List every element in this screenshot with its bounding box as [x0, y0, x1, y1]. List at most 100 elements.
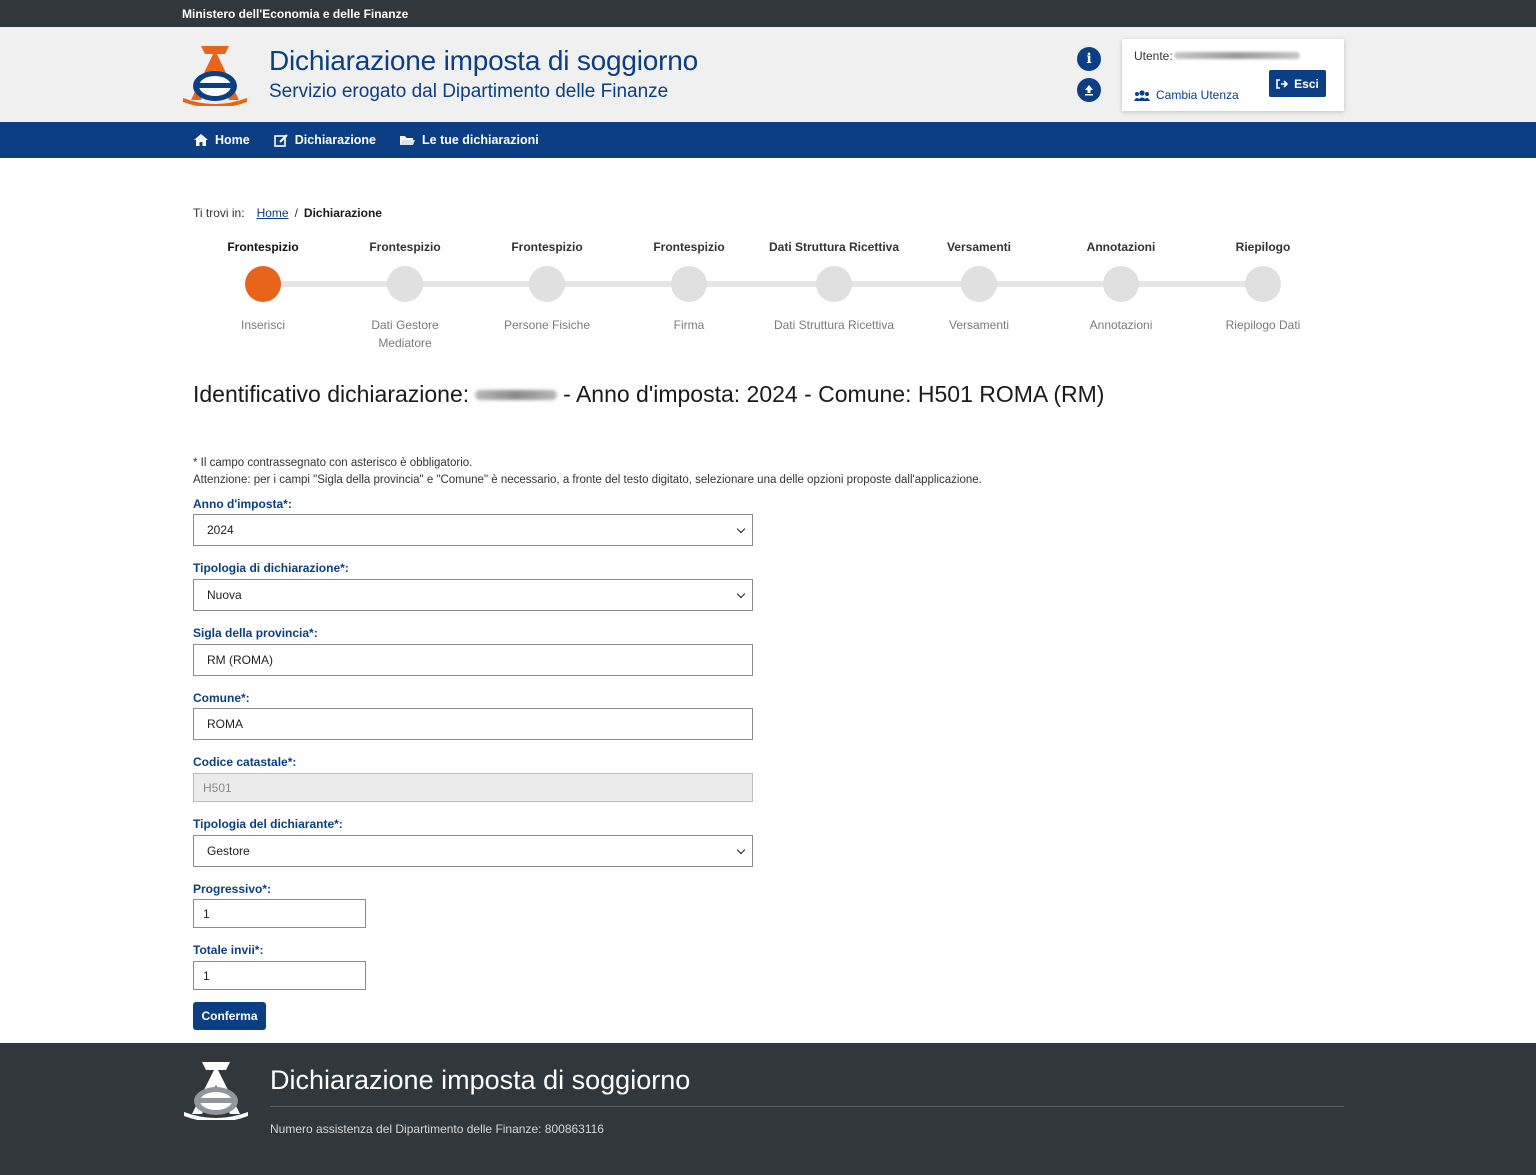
- header-titles: Dichiarazione imposta di soggiorno Servi…: [269, 45, 698, 103]
- step-8[interactable]: Riepilogo Riepilogo Dati: [1188, 240, 1338, 334]
- provincia-value: RM (ROMA): [207, 653, 273, 667]
- nav-item-home[interactable]: Home: [194, 133, 250, 147]
- step-6[interactable]: Versamenti Versamenti: [904, 240, 1054, 334]
- step-indicator: [671, 266, 707, 302]
- change-user-link[interactable]: Cambia Utenza: [1134, 88, 1239, 102]
- tipologia-select[interactable]: Nuova: [193, 579, 753, 611]
- upload-arrow-icon: [1085, 85, 1093, 96]
- totale-invii-input[interactable]: 1: [193, 961, 366, 990]
- codice-label: Codice catastale*:: [193, 755, 297, 769]
- user-panel: Utente: Cambia Utenza Esci: [1122, 39, 1344, 111]
- anno-label: Anno d'imposta*:: [193, 497, 292, 511]
- confirm-button[interactable]: Conferma: [193, 1002, 266, 1030]
- codice-catastale-field: H501: [193, 773, 753, 802]
- required-note: * Il campo contrassegnato con asterisco …: [193, 457, 473, 469]
- logout-label: Esci: [1294, 76, 1319, 91]
- progressivo-value: 1: [203, 906, 210, 921]
- nav-tue-dichiarazioni-label: Le tue dichiarazioni: [422, 133, 539, 147]
- step-indicator: [245, 266, 281, 302]
- breadcrumb: Ti trovi in: Home / Dichiarazione: [193, 206, 382, 220]
- main-nav: Home Dichiarazione Le tue dichiarazioni: [0, 122, 1536, 158]
- info-icon[interactable]: i: [1077, 47, 1101, 71]
- step-subtitle: Inserisci: [240, 318, 285, 332]
- agency-logo-icon: [184, 1062, 248, 1120]
- progress-stepper: Frontespizio Inserisci Frontespizio Dati…: [193, 240, 1333, 350]
- warning-note: Attenzione: per i campi "Sigla della pro…: [193, 474, 982, 486]
- dichiarante-value: Gestore: [207, 844, 250, 858]
- app-subtitle: Servizio erogato dal Dipartimento delle …: [269, 81, 669, 102]
- step-5[interactable]: Dati Struttura Ricettiva Dati Struttura …: [759, 240, 909, 334]
- upload-icon[interactable]: [1077, 78, 1101, 102]
- breadcrumb-separator: /: [294, 206, 298, 220]
- agency-logo-icon: [183, 46, 247, 106]
- footer-title: Dichiarazione imposta di soggiorno: [270, 1065, 691, 1095]
- comune-value: ROMA: [207, 717, 243, 731]
- totale-value: 1: [203, 968, 210, 983]
- identifier-details: - Anno d'imposta: 2024 - Comune: H501 RO…: [563, 381, 1105, 407]
- step-subtitle: Firma: [673, 318, 705, 332]
- ministry-name: Ministero dell'Economia e delle Finanze: [182, 6, 409, 21]
- nav-item-dichiarazione[interactable]: Dichiarazione: [273, 133, 377, 147]
- anno-select[interactable]: 2024: [193, 514, 753, 546]
- step-subtitle: Persone Fisiche: [503, 318, 591, 332]
- comune-label: Comune*:: [193, 691, 250, 705]
- nav-item-tue-dichiarazioni[interactable]: Le tue dichiarazioni: [400, 133, 539, 147]
- step-2[interactable]: Frontespizio Dati Gestore Mediatore: [330, 240, 480, 352]
- step-subtitle: Annotazioni: [1089, 318, 1153, 332]
- step-3[interactable]: Frontespizio Persone Fisiche: [472, 240, 622, 334]
- step-title: Frontespizio: [227, 240, 299, 254]
- users-icon: [1134, 89, 1150, 101]
- step-subtitle: Versamenti: [948, 318, 1010, 332]
- logout-icon: [1276, 78, 1289, 89]
- comune-input[interactable]: ROMA: [193, 708, 753, 740]
- logout-button[interactable]: Esci: [1269, 70, 1326, 97]
- footer-divider: [270, 1106, 1344, 1107]
- declaration-identifier: Identificativo dichiarazione: - Anno d'i…: [193, 381, 1104, 408]
- step-subtitle: Dati Struttura Ricettiva: [773, 318, 895, 332]
- step-4[interactable]: Frontespizio Firma: [614, 240, 764, 334]
- provincia-label: Sigla della provincia*:: [193, 626, 318, 640]
- progressivo-input[interactable]: 1: [193, 899, 366, 928]
- step-indicator: [1245, 266, 1281, 302]
- provincia-input[interactable]: RM (ROMA): [193, 644, 753, 676]
- step-title: Frontespizio: [511, 240, 583, 254]
- footer: Dichiarazione imposta di soggiorno Numer…: [0, 1043, 1536, 1175]
- edit-icon: [273, 133, 288, 147]
- tipologia-label: Tipologia di dichiarazione*:: [193, 561, 349, 575]
- footer-assistance: Numero assistenza del Dipartimento delle…: [270, 1122, 604, 1136]
- step-indicator: [816, 266, 852, 302]
- step-indicator: [529, 266, 565, 302]
- step-subtitle: Dati Gestore Mediatore: [371, 318, 439, 350]
- breadcrumb-home-link[interactable]: Home: [257, 206, 289, 220]
- step-7[interactable]: Annotazioni Annotazioni: [1046, 240, 1196, 334]
- codice-value: H501: [203, 780, 232, 795]
- step-title: Dati Struttura Ricettiva: [768, 240, 900, 254]
- step-indicator: [961, 266, 997, 302]
- header: Dichiarazione imposta di soggiorno Servi…: [0, 27, 1536, 122]
- breadcrumb-prefix: Ti trovi in:: [193, 206, 245, 220]
- totale-label: Totale invii*:: [193, 943, 264, 957]
- anno-value: 2024: [207, 523, 234, 537]
- step-title: Frontespizio: [369, 240, 441, 254]
- dichiarante-select[interactable]: Gestore: [193, 835, 753, 867]
- nav-home-label: Home: [215, 133, 250, 147]
- step-title: Riepilogo: [1235, 240, 1291, 254]
- step-title: Versamenti: [946, 240, 1012, 254]
- nav-dichiarazione-label: Dichiarazione: [294, 133, 377, 147]
- user-label: Utente:: [1134, 49, 1173, 63]
- identifier-redacted: [475, 389, 558, 400]
- step-indicator: [387, 266, 423, 302]
- home-icon: [194, 134, 208, 146]
- form-notes: * Il campo contrassegnato con asterisco …: [193, 455, 982, 489]
- identifier-label: Identificativo dichiarazione:: [193, 381, 470, 407]
- change-user-label: Cambia Utenza: [1156, 88, 1239, 102]
- user-name-redacted: [1174, 52, 1300, 59]
- dichiarante-label: Tipologia del dichiarante*:: [193, 817, 343, 831]
- step-title: Annotazioni: [1086, 240, 1156, 254]
- breadcrumb-current: Dichiarazione: [303, 206, 382, 220]
- step-indicator: [1103, 266, 1139, 302]
- step-subtitle: Riepilogo Dati: [1225, 318, 1301, 332]
- step-1[interactable]: Frontespizio Inserisci: [188, 240, 338, 334]
- step-title: Frontespizio: [653, 240, 725, 254]
- progressivo-label: Progressivo*:: [193, 882, 272, 896]
